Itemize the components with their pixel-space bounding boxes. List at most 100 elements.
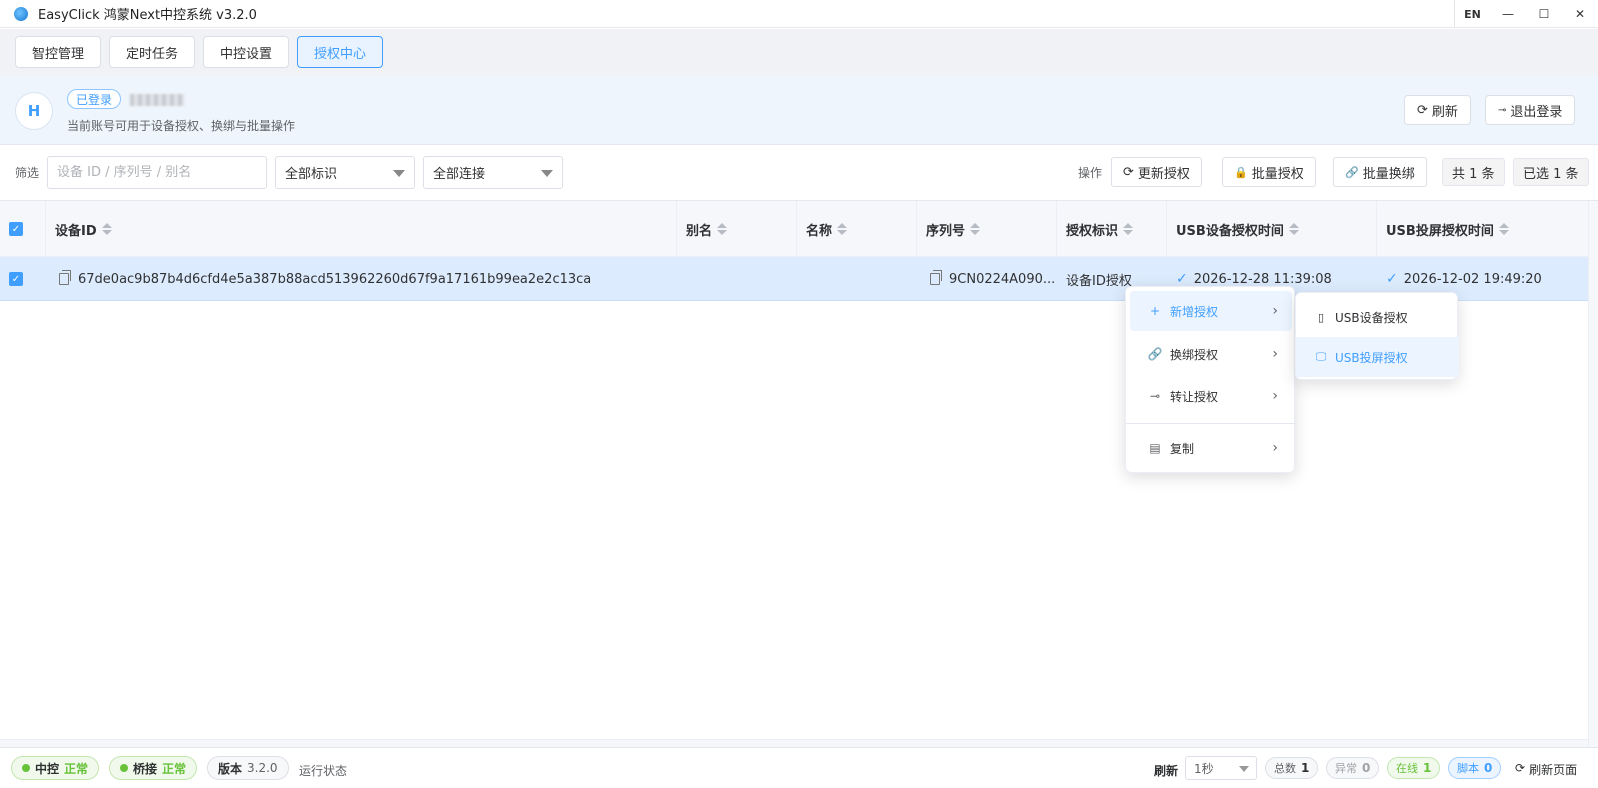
sort-icon[interactable] xyxy=(1288,223,1299,235)
usb-device-time-value: 2026-12-28 11:39:08 xyxy=(1193,271,1332,287)
select-all-checkbox[interactable]: ✓ xyxy=(9,222,23,236)
total-stat: 总数 1 xyxy=(1265,757,1319,779)
update-authorization-button[interactable]: ⟳ 更新授权 xyxy=(1111,157,1202,187)
submenu-item-usb-device-auth[interactable]: ▯ USB设备授权 xyxy=(1296,297,1459,337)
refresh-icon: ⟳ xyxy=(1515,761,1526,775)
run-state-link[interactable]: 运行状态 xyxy=(299,762,347,779)
column-label: USB设备授权时间 xyxy=(1176,223,1284,239)
abnormal-stat: 异常 0 xyxy=(1326,757,1380,779)
row-checkbox[interactable]: ✓ xyxy=(9,272,23,286)
horizontal-scrollbar[interactable] xyxy=(0,739,1588,747)
tab-scheduled-tasks[interactable]: 定时任务 xyxy=(109,36,196,68)
connection-filter-select[interactable]: 全部连接 xyxy=(423,156,563,189)
sort-icon[interactable] xyxy=(837,223,848,235)
add-authorization-submenu: ▯ USB设备授权 🖵 USB投屏授权 xyxy=(1295,292,1459,380)
vertical-scrollbar[interactable] xyxy=(1588,201,1598,747)
usb-cast-time-value: 2026-12-02 19:49:20 xyxy=(1403,271,1542,287)
tab-control-settings[interactable]: 中控设置 xyxy=(203,36,290,68)
avatar: H xyxy=(15,92,53,130)
menu-item-transfer-authorization[interactable]: ⊸ 转让授权 › xyxy=(1130,376,1292,416)
column-label: 序列号 xyxy=(926,223,966,239)
sort-icon[interactable] xyxy=(1498,223,1509,235)
column-serial[interactable]: 序列号 xyxy=(917,201,1057,257)
status-dot-icon xyxy=(22,764,30,772)
row-select-cell: ✓ xyxy=(9,257,23,301)
batch-rebind-button[interactable]: 🔗 批量换绑 xyxy=(1333,157,1427,187)
bridge-value: 正常 xyxy=(162,761,187,776)
filter-bar: 筛选 全部标识 全部连接 操作 ⟳ 更新授权 🔒 批量授权 🔗 批量换绑 共 1… xyxy=(0,145,1598,201)
total-count-tag: 共 1 条 xyxy=(1442,158,1505,186)
menu-item-add-authorization[interactable]: + 新增授权 › xyxy=(1130,291,1292,331)
column-usb-cast-time[interactable]: USB投屏授权时间 xyxy=(1377,201,1588,257)
context-menu: + 新增授权 › 🔗 换绑授权 › ⊸ 转让授权 › ▤ 复制 › xyxy=(1125,286,1296,473)
serial-value: 9CN0224A090... xyxy=(949,271,1056,287)
refresh-button[interactable]: ⟳ 刷新 xyxy=(1404,95,1471,125)
abnormal-stat-label: 异常 xyxy=(1335,762,1357,775)
copy-icon[interactable] xyxy=(930,270,942,285)
check-icon: ✓ xyxy=(1386,271,1398,287)
menu-item-label: 复制 xyxy=(1170,441,1195,456)
maximize-icon[interactable]: ☐ xyxy=(1526,0,1562,28)
monitor-icon: 🖵 xyxy=(1315,350,1327,363)
device-id-cell: 67de0ac9b87b4d6cfd4e5a387b88acd513962260… xyxy=(59,257,591,301)
submenu-item-usb-cast-auth[interactable]: 🖵 USB投屏授权 xyxy=(1296,337,1459,377)
minimize-icon[interactable]: — xyxy=(1490,0,1526,28)
bridge-status-pill: 桥接 正常 xyxy=(109,756,198,780)
script-stat: 脚本 0 xyxy=(1448,757,1502,779)
column-label: 名称 xyxy=(806,223,833,239)
submenu-item-label: USB设备授权 xyxy=(1335,310,1408,325)
control-status-pill: 中控 正常 xyxy=(11,756,100,780)
plus-icon: + xyxy=(1149,304,1161,318)
table-header: ✓ 设备ID 别名 名称 序列号 授权标识 USB设备授权时间 USB投屏授权时… xyxy=(0,201,1588,257)
total-stat-value: 1 xyxy=(1301,761,1310,775)
column-auth-tag[interactable]: 授权标识 xyxy=(1057,201,1167,257)
close-icon[interactable]: ✕ xyxy=(1562,0,1598,28)
filter-label: 筛选 xyxy=(15,166,40,180)
column-device-id[interactable]: 设备ID xyxy=(46,201,677,257)
language-toggle-button[interactable]: EN xyxy=(1454,0,1490,28)
sort-icon[interactable] xyxy=(970,223,981,235)
title-bar: EasyClick 鸿蒙Next中控系统 v3.2.0 EN — ☐ ✕ xyxy=(0,0,1598,28)
script-stat-value: 0 xyxy=(1484,761,1493,775)
toggle-icon: ⊸ xyxy=(1149,389,1161,403)
sort-icon[interactable] xyxy=(717,223,728,235)
refresh-page-label: 刷新页面 xyxy=(1529,763,1578,777)
select-all-cell: ✓ xyxy=(0,201,46,257)
column-label: 授权标识 xyxy=(1066,223,1119,239)
sort-icon[interactable] xyxy=(1123,223,1134,235)
clipboard-icon: ▤ xyxy=(1149,441,1161,455)
serial-cell: 9CN0224A090... xyxy=(930,257,1055,301)
tab-smart-control[interactable]: 智控管理 xyxy=(15,36,102,68)
main-tabs: 智控管理 定时任务 中控设置 授权中心 xyxy=(0,29,1598,75)
online-stat-label: 在线 xyxy=(1396,762,1418,775)
refresh-icon: ⟳ xyxy=(1417,102,1428,118)
refresh-interval-value: 1秒 xyxy=(1194,761,1214,776)
menu-item-copy[interactable]: ▤ 复制 › xyxy=(1130,428,1292,468)
caret-down-icon xyxy=(541,170,553,177)
refresh-interval-label: 刷新 xyxy=(1154,764,1179,778)
sort-icon[interactable] xyxy=(101,223,112,235)
column-name[interactable]: 名称 xyxy=(797,201,917,257)
column-alias[interactable]: 别名 xyxy=(677,201,797,257)
operations-label: 操作 xyxy=(1078,166,1103,180)
copy-icon[interactable] xyxy=(59,270,71,285)
chevron-right-icon: › xyxy=(1272,388,1278,404)
tag-filter-select[interactable]: 全部标识 xyxy=(275,156,415,189)
menu-divider xyxy=(1126,423,1296,424)
device-id-value: 67de0ac9b87b4d6cfd4e5a387b88acd513962260… xyxy=(78,271,592,287)
column-usb-device-time[interactable]: USB设备授权时间 xyxy=(1167,201,1377,257)
link-icon: 🔗 xyxy=(1147,347,1163,361)
tab-authorization-center[interactable]: 授权中心 xyxy=(297,36,384,68)
menu-item-label: 转让授权 xyxy=(1170,389,1219,404)
menu-item-rebind-authorization[interactable]: 🔗 换绑授权 › xyxy=(1130,334,1292,374)
column-label: USB投屏授权时间 xyxy=(1386,223,1494,239)
control-value: 正常 xyxy=(64,761,89,776)
refresh-page-button[interactable]: ⟳ 刷新页面 xyxy=(1515,761,1577,778)
logout-label: 退出登录 xyxy=(1510,104,1563,120)
submenu-item-label: USB投屏授权 xyxy=(1335,350,1408,365)
refresh-interval-select[interactable]: 1秒 xyxy=(1185,756,1257,780)
batch-authorize-button[interactable]: 🔒 批量授权 xyxy=(1222,157,1316,187)
logout-button[interactable]: ⊸ 退出登录 xyxy=(1485,95,1576,125)
search-input[interactable] xyxy=(47,156,267,189)
version-pill: 版本 3.2.0 xyxy=(207,756,289,780)
